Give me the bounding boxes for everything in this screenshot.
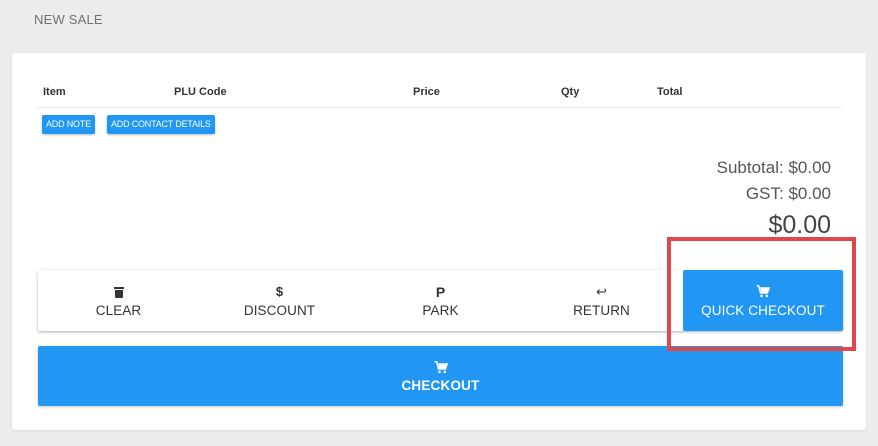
table-header-divider [36, 107, 842, 108]
actions-bar: CLEAR $ DISCOUNT P PARK ↩ RETURN QUICK C… [38, 270, 843, 331]
dollar-icon: $ [275, 283, 284, 299]
checkout-label: CHECKOUT [401, 378, 480, 393]
quick-checkout-button[interactable]: QUICK CHECKOUT [683, 270, 843, 331]
checkout-button[interactable]: CHECKOUT [38, 346, 843, 406]
trash-icon [113, 284, 124, 300]
park-button[interactable]: P PARK [360, 270, 521, 331]
gst-label: GST: [745, 184, 784, 203]
clear-button[interactable]: CLEAR [38, 270, 199, 331]
clear-label: CLEAR [95, 302, 142, 318]
park-icon: P [435, 283, 446, 300]
column-header-price: Price [413, 86, 440, 98]
quick-checkout-label: QUICK CHECKOUT [701, 302, 825, 318]
page-title: NEW SALE [34, 12, 103, 27]
return-button[interactable]: ↩ RETURN [521, 270, 682, 331]
column-header-qty: Qty [561, 86, 580, 98]
column-header-total: Total [657, 86, 683, 98]
discount-label: DISCOUNT [243, 302, 316, 318]
subtotal-value: $0.00 [788, 158, 831, 177]
grand-total: $0.00 [768, 211, 831, 239]
discount-button[interactable]: $ DISCOUNT [199, 270, 360, 331]
gst-value: $0.00 [788, 184, 831, 203]
park-label: PARK [422, 302, 459, 318]
add-note-button[interactable]: ADD NOTE [42, 115, 95, 134]
gst-row: GST: $0.00 [746, 184, 831, 204]
return-label: RETURN [573, 302, 630, 318]
cart-icon [756, 284, 770, 300]
subtotal-row: Subtotal: $0.00 [717, 158, 831, 178]
cart-icon [434, 359, 448, 375]
add-contact-details-button[interactable]: ADD CONTACT DETAILS [107, 115, 215, 134]
return-icon: ↩ [596, 283, 607, 299]
subtotal-label: Subtotal: [716, 158, 784, 177]
column-header-item: Item [43, 86, 66, 98]
column-header-plu-code: PLU Code [174, 86, 227, 98]
